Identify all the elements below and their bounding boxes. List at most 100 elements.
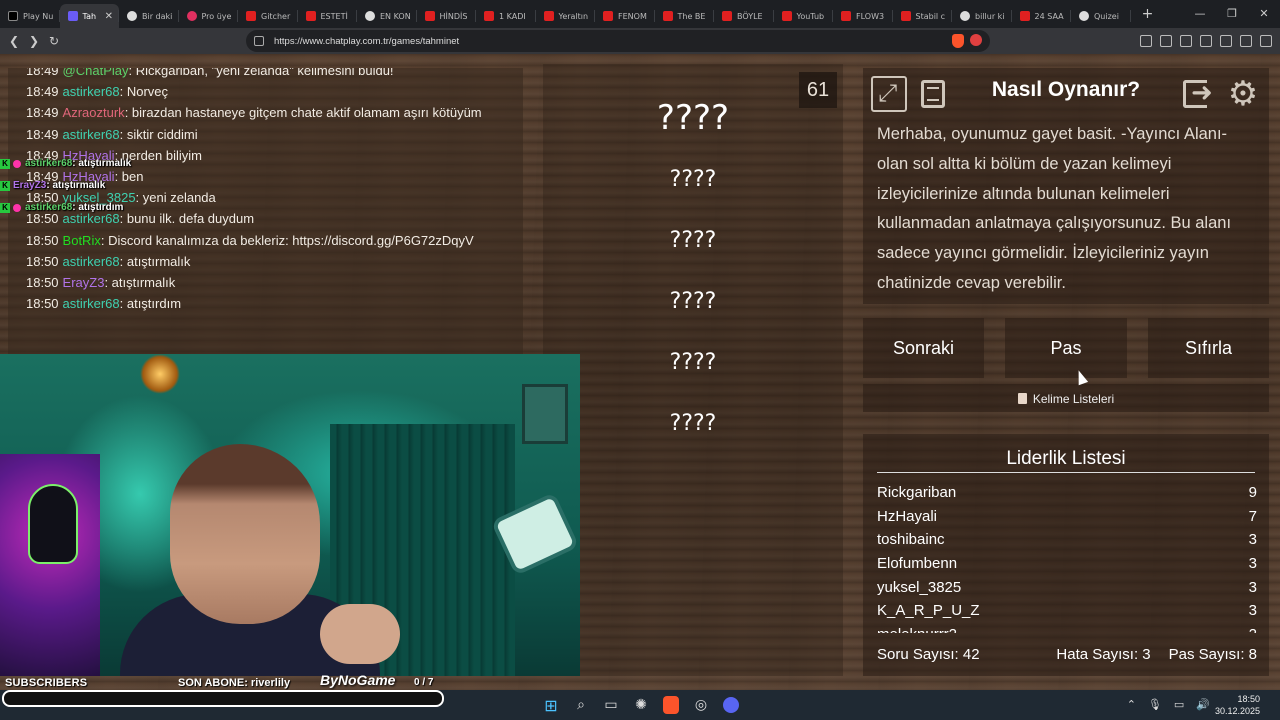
chat-timestamp: 18:50	[26, 275, 59, 291]
obs-icon[interactable]: ◎	[690, 694, 712, 716]
tray-expand-icon[interactable]: ⌃	[1127, 698, 1136, 711]
browser-tab[interactable]: Play Nu	[0, 4, 60, 28]
tab-title: BÖYLE	[737, 11, 763, 21]
chat-message: 18:50 BotRix: Discord kanalımıza da bekle…	[26, 230, 496, 251]
browser-tab[interactable]: BÖYLE	[714, 4, 774, 28]
browser-tab[interactable]: ESTETİ	[298, 4, 358, 28]
overlay-username: ErayZ3	[13, 180, 47, 191]
close-tab-icon[interactable]: ✕	[105, 11, 113, 22]
tab-title: 24 SAA	[1034, 11, 1064, 21]
brave-shield-icon[interactable]	[952, 34, 964, 48]
volume-icon[interactable]: 🔊	[1196, 698, 1210, 711]
word-lists-button[interactable]: Kelime Listeleri	[863, 384, 1269, 412]
browser-tab[interactable]: Quizei	[1071, 4, 1131, 28]
player-score: 3	[1248, 602, 1257, 620]
globe-favicon	[960, 11, 970, 21]
tab-title: Play Nu	[23, 11, 54, 21]
discord-icon[interactable]	[723, 697, 739, 713]
tab-title: YouTub	[796, 11, 825, 21]
taboo-word: ????	[669, 411, 717, 436]
browser-tab[interactable]: 24 SAA	[1012, 4, 1072, 28]
browser-tab[interactable]: YouTub	[774, 4, 834, 28]
browser-tab[interactable]: Bir daki	[119, 4, 179, 28]
close-window-icon[interactable]: ✕	[1248, 0, 1280, 28]
chatgpt-icon[interactable]: ✺	[630, 694, 652, 716]
leaderboard-list[interactable]: Rickgariban 9 HzHayali 7 toshibainc 3 Elofumbe…	[877, 481, 1257, 633]
word-column: ???? ???? ???? ???? ???? ????	[543, 64, 843, 676]
chat-timestamp: 18:49	[26, 126, 59, 142]
microphone-icon[interactable]: 🎙	[1148, 698, 1162, 711]
chat-message: 18:49 astirker68: siktir ciddimi	[26, 124, 496, 145]
chat-username[interactable]: astirker68	[63, 84, 120, 99]
player-score: 3	[1248, 531, 1257, 549]
chat-message: 18:49 Azraozturk: birazdan hastaneye gitç…	[26, 102, 496, 123]
youtube-favicon	[424, 11, 435, 21]
browser-tab[interactable]: Pro üye	[179, 4, 239, 28]
browser-tab[interactable]: 1 KADI	[476, 4, 536, 28]
windows-start-icon[interactable]: ⊞	[540, 694, 562, 716]
chat-text: : atıştırmalık	[104, 275, 176, 291]
brave-browser-icon[interactable]	[663, 696, 679, 714]
browser-tab[interactable]: HİNDİS	[417, 4, 477, 28]
tab-title: Quizei	[1094, 11, 1119, 21]
back-icon[interactable]: ❮	[4, 34, 24, 48]
display-icon[interactable]: ▭	[1174, 698, 1184, 711]
chat-message: 18:49 @ChatPlay: Rickgariban, "yeni zelan…	[26, 68, 496, 81]
browser-tab[interactable]: Tah ✕	[59, 4, 119, 28]
exit-icon[interactable]: ➜	[1181, 76, 1217, 112]
overlay-text: : atıştırmalık	[46, 180, 106, 191]
last-subscriber: SON ABONE: riverlily	[178, 677, 291, 689]
pass-button[interactable]: Pas	[1005, 318, 1127, 378]
new-tab-button[interactable]: +	[1137, 6, 1159, 22]
browser-tab[interactable]: Gitcher	[238, 4, 298, 28]
brave-rewards-icon[interactable]	[970, 34, 982, 46]
chat-message: 18:50 astirker68: atıştırdım	[26, 293, 496, 314]
menu-icon[interactable]	[1260, 35, 1272, 47]
badge-icon	[13, 203, 21, 212]
chat-username[interactable]: BotRix	[63, 233, 101, 248]
browser-tab[interactable]: FLOW3	[833, 4, 893, 28]
extensions-icon[interactable]	[1140, 35, 1152, 47]
youtube-favicon	[246, 11, 256, 21]
browser-tab[interactable]: EN KON	[357, 4, 417, 28]
minimize-icon[interactable]: —	[1184, 0, 1216, 28]
chat-text: : bunu ilk. defa duydum	[119, 211, 255, 227]
chat-timestamp: 18:50	[26, 296, 59, 312]
gear-icon[interactable]: ⚙	[1225, 76, 1261, 112]
chat-username[interactable]: @ChatPlay	[63, 68, 129, 78]
sidebar-icon[interactable]	[1200, 35, 1212, 47]
search-icon[interactable]: ⌕	[570, 694, 592, 716]
chat-username[interactable]: astirker68	[63, 296, 120, 311]
file-explorer-icon[interactable]: ▭	[600, 694, 622, 716]
browser-tab[interactable]: Yeraltın	[536, 4, 596, 28]
clock[interactable]: 18:50 30.12.2025	[1215, 693, 1260, 717]
browser-tab[interactable]: Stabil c	[893, 4, 953, 28]
player-score: 9	[1248, 484, 1257, 501]
restore-icon[interactable]: ❐	[1216, 0, 1248, 28]
reset-button[interactable]: Sıfırla	[1148, 318, 1269, 378]
chat-username[interactable]: astirker68	[63, 254, 120, 269]
tab-title: ESTETİ	[320, 11, 348, 21]
clock-date: 30.12.2025	[1214, 706, 1260, 716]
chat-username[interactable]: astirker68	[63, 127, 120, 142]
address-bar[interactable]: https://www.chatplay.com.tr/games/tahmin…	[246, 30, 990, 52]
media-icon[interactable]	[1180, 35, 1192, 47]
screenshot-icon[interactable]	[1160, 35, 1172, 47]
browser-tab[interactable]: billur ki	[952, 4, 1012, 28]
forward-icon[interactable]: ❯	[24, 34, 44, 48]
youtube-favicon	[900, 11, 911, 21]
address-url[interactable]: https://www.chatplay.com.tr/games/tahmin…	[274, 36, 459, 47]
reload-icon[interactable]: ↻	[44, 34, 64, 48]
next-button[interactable]: Sonraki	[863, 318, 984, 378]
site-info-icon[interactable]	[254, 36, 264, 46]
vpn-icon[interactable]	[1240, 35, 1252, 47]
how-to-play-description: Merhaba, oyunumuz gayet basit. -Yayıncı …	[877, 125, 1232, 292]
overlay-text: : atıştırdım	[72, 202, 124, 213]
chat-username[interactable]: ErayZ3	[63, 275, 105, 290]
word-lists-label: Kelime Listeleri	[1032, 392, 1115, 406]
chat-username[interactable]: Azraozturk	[63, 105, 125, 120]
leaderboard-row: yuksel_3825 3	[877, 576, 1257, 600]
browser-tab[interactable]: The BE	[655, 4, 715, 28]
browser-tab[interactable]: FENOM	[595, 4, 655, 28]
wallet-icon[interactable]	[1220, 35, 1232, 47]
